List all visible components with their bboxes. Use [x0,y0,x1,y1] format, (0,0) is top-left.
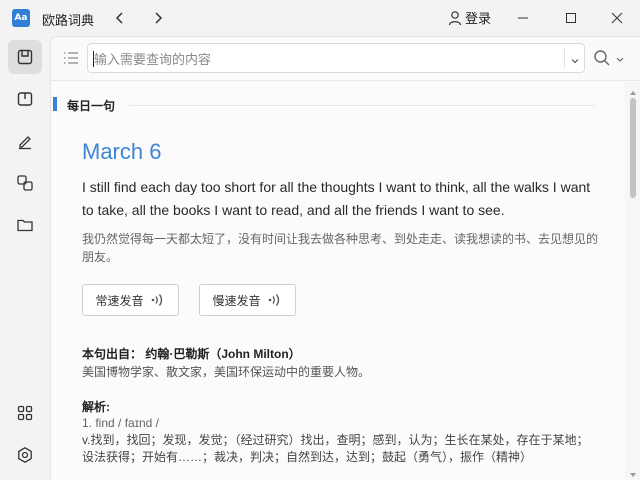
minimize-button[interactable] [500,0,546,36]
main-panel: 每日一句 March 6 I still find each day too s… [50,36,640,480]
maximize-button[interactable] [548,0,594,36]
sidebar-item-dictionary[interactable] [8,40,42,74]
close-icon [611,12,623,24]
scroll-thumb[interactable] [630,98,636,198]
chevron-down-icon [616,57,624,62]
folder-icon [17,219,33,232]
search-bar [51,37,640,81]
close-button[interactable] [594,0,640,36]
app-logo-icon: Aa [12,9,30,27]
dictionary-icon [17,49,33,65]
analysis-heading: 解析: [82,400,110,414]
sidebar-item-translate[interactable] [8,166,42,200]
vertical-scrollbar[interactable] [625,82,640,480]
section-title: 每日一句 [67,99,116,113]
title-bar: Aa 欧路词典 登录 [0,0,640,36]
login-button[interactable]: 登录 [448,8,491,27]
apps-icon [17,405,33,421]
chevron-right-icon [155,12,163,24]
sidebar-item-apps[interactable] [8,396,42,430]
normal-speed-button[interactable]: 常速发音 [82,284,179,316]
search-options-dropdown[interactable] [615,52,625,70]
scroll-up-arrow-icon [630,91,636,95]
word-phonetic: 1. find / faɪnd / [82,416,159,430]
forward-button[interactable] [150,7,166,29]
login-label: 登录 [465,11,492,26]
book-icon [17,92,33,106]
section-marker [53,97,57,111]
sidebar-item-notes[interactable] [8,124,42,158]
translate-icon [17,175,33,191]
sidebar-item-settings[interactable] [8,438,42,472]
search-button[interactable] [593,49,611,72]
search-input[interactable] [94,49,554,69]
slow-speed-button[interactable]: 慢速发音 [199,284,296,316]
chevron-left-icon [115,12,123,24]
scroll-down-button[interactable] [629,466,637,480]
word-definition: v.找到，找回；发现，发觉；（经过研究）找出，查明；感到，认为；生长在某处，存在… [82,433,589,464]
settings-icon [18,447,32,463]
search-icon [594,50,610,66]
slow-speed-label: 慢速发音 [212,293,261,308]
sidebar-item-files[interactable] [8,208,42,242]
history-list-button[interactable] [62,50,80,71]
user-icon [448,10,462,25]
source-heading: 本句出自： 约翰·巴勒斯（John Milton） [82,347,301,361]
sentence-english: I still find each day too short for all … [82,179,591,218]
normal-speed-label: 常速发音 [95,293,144,308]
list-icon [64,52,78,64]
minimize-icon [518,17,528,19]
scroll-down-arrow-icon [630,473,636,477]
maximize-icon [566,13,576,23]
dropdown-divider [564,48,565,68]
source-description: 美国博物学家、散文家，美国环保运动中的重要人物。 [82,365,371,379]
sidebar-item-notebook[interactable] [8,82,42,116]
sentence-chinese: 我仍然觉得每一天都太短了，没有时间让我去做各种思考、到处走走、读我想读的书、去见… [82,232,599,264]
section-divider [129,105,595,106]
sound-wave-icon [268,294,279,306]
sound-wave-icon [151,294,162,306]
edit-icon [19,136,31,150]
sidebar [0,36,50,480]
back-button[interactable] [112,7,128,29]
search-history-dropdown[interactable] [570,53,580,71]
search-box [87,43,585,73]
app-title: 欧路词典 [42,13,95,28]
chevron-down-icon [571,59,579,64]
daily-sentence-panel: 每日一句 March 6 I still find each day too s… [51,82,625,480]
sentence-date: March 6 [82,139,162,164]
